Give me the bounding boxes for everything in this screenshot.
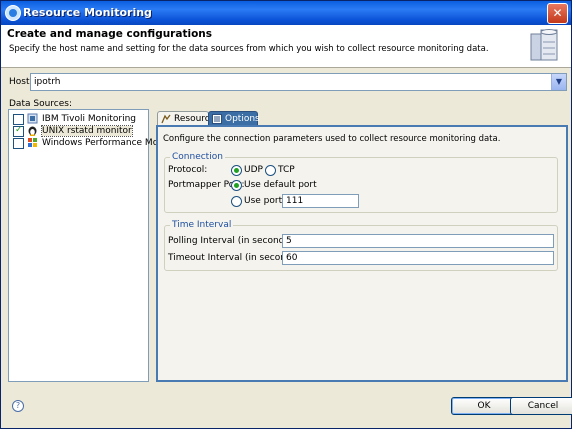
chevron-down-icon[interactable]: ▼ — [551, 74, 566, 90]
port-field[interactable]: 111 — [282, 194, 359, 208]
checkbox[interactable] — [13, 125, 24, 137]
connection-legend: Connection — [170, 152, 225, 162]
timeout-interval-value: 60 — [286, 253, 298, 263]
tivoli-icon — [27, 113, 38, 124]
windows-icon — [28, 138, 37, 147]
help-icon[interactable]: ? — [12, 400, 24, 412]
app-icon — [5, 5, 21, 21]
timeout-interval-field[interactable]: 60 — [282, 251, 554, 265]
options-panel: Configure the connection parameters used… — [156, 125, 568, 382]
host-label: Host: — [9, 77, 33, 87]
protocol-label: Protocol: — [168, 165, 208, 175]
options-icon — [212, 114, 222, 124]
close-button[interactable]: ✕ — [547, 3, 568, 24]
time-interval-legend: Time Interval — [170, 220, 234, 230]
port-value: 111 — [286, 196, 304, 206]
resource-monitoring-dialog: Resource Monitoring ✕ Create and manage … — [0, 0, 572, 429]
polling-interval-value: 5 — [286, 236, 292, 246]
data-source-label: IBM Tivoli Monitoring — [42, 114, 136, 124]
dialog-header: Create and manage configurations Specify… — [1, 25, 571, 68]
connection-group: Connection Protocol: UDP TCP Portmapper … — [164, 152, 558, 213]
tcp-radio[interactable] — [265, 165, 276, 176]
udp-radio[interactable] — [231, 165, 242, 176]
cancel-button[interactable]: Cancel — [510, 397, 572, 415]
ok-button[interactable]: OK — [451, 397, 517, 415]
polling-interval-field[interactable]: 5 — [282, 234, 554, 248]
use-default-port-radio[interactable] — [231, 180, 242, 191]
options-description: Configure the connection parameters used… — [163, 134, 501, 144]
window-title: Resource Monitoring — [23, 6, 152, 19]
host-combo[interactable]: ipotrh ▼ — [30, 73, 567, 91]
use-port-label: Use port: — [244, 196, 286, 206]
checkbox[interactable] — [13, 114, 24, 125]
title-bar: Resource Monitoring ✕ — [1, 1, 571, 25]
udp-label: UDP — [244, 165, 263, 175]
use-port-radio[interactable] — [231, 196, 242, 207]
tab-options[interactable]: Options — [208, 111, 260, 126]
host-value: ipotrh — [34, 77, 61, 87]
checkbox[interactable] — [13, 138, 24, 149]
tcp-label: TCP — [278, 165, 295, 175]
data-sources-list[interactable]: IBM Tivoli Monitoring UNIX rstatd monito… — [8, 109, 179, 382]
data-source-label: UNIX rstatd monitor — [41, 125, 133, 137]
database-banner-icon — [530, 29, 558, 61]
header-description: Specify the host name and setting for th… — [9, 44, 489, 54]
polling-interval-label: Polling Interval (in seconds): — [168, 236, 296, 246]
data-sources-label: Data Sources: — [9, 99, 72, 109]
resource-icon — [161, 114, 171, 124]
header-title: Create and manage configurations — [7, 28, 213, 40]
tab-label: Options — [225, 114, 260, 124]
unix-icon — [28, 126, 37, 136]
time-interval-group: Time Interval Polling Interval (in secon… — [164, 220, 558, 271]
use-default-port-label: Use default port — [244, 180, 317, 190]
tab-resource[interactable]: Resource — [157, 111, 215, 126]
